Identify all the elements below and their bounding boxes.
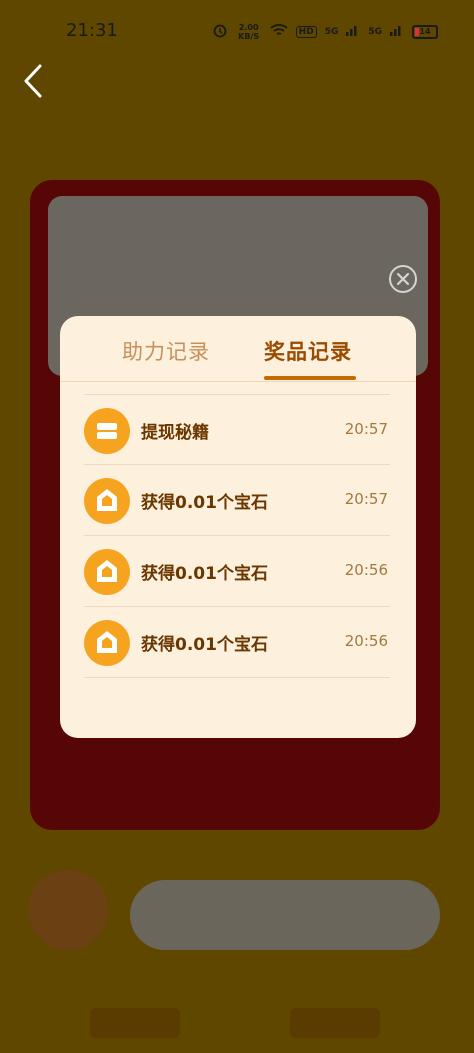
close-icon[interactable] — [389, 265, 417, 293]
gem-icon — [84, 620, 130, 666]
wifi-icon — [270, 23, 288, 40]
signal-icon — [346, 24, 360, 39]
record-label: 获得0.01个宝石 — [141, 635, 268, 655]
prize-record-list: 提现秘籍 20:57 获得0.01个宝石 20:57 获得0.01个宝石 20:… — [84, 394, 390, 678]
list-item: 获得0.01个宝石 20:57 — [84, 465, 390, 536]
signal-label-1: 5G — [324, 26, 339, 37]
records-modal: 助力记录 奖品记录 提现秘籍 20:57 获得0.01个宝石 20:57 获得0… — [60, 316, 416, 738]
status-time: 21:31 — [66, 20, 118, 41]
record-time: 20:56 — [344, 632, 388, 650]
network-speed: 2.00 KB/S — [238, 22, 260, 41]
record-time: 20:56 — [344, 561, 388, 579]
gem-icon — [84, 549, 130, 595]
record-label: 提现秘籍 — [141, 423, 209, 443]
list-item: 获得0.01个宝石 20:56 — [84, 536, 390, 607]
list-item: 提现秘籍 20:57 — [84, 394, 390, 465]
battery-icon: 14 — [412, 24, 438, 39]
list-item: 获得0.01个宝石 20:56 — [84, 607, 390, 678]
back-arrow-icon[interactable] — [20, 62, 50, 102]
gem-icon — [84, 478, 130, 524]
modal-tabs: 助力记录 奖品记录 — [60, 316, 416, 382]
signal-icon — [390, 24, 404, 39]
tab-assist-records[interactable]: 助力记录 — [122, 336, 210, 366]
status-icons: 2.00 KB/S HD 5G 5G 14 — [212, 22, 438, 41]
signal-label-2: 5G — [368, 26, 382, 37]
alarm-icon — [212, 22, 228, 41]
active-tab-indicator — [264, 376, 356, 380]
cash-coupon-icon — [84, 408, 130, 454]
record-label: 获得0.01个宝石 — [141, 493, 268, 513]
record-label: 获得0.01个宝石 — [141, 564, 268, 584]
status-bar: 21:31 2.00 KB/S HD 5G 5G 14 — [0, 0, 474, 62]
hd-badge: HD — [295, 25, 317, 38]
record-time: 20:57 — [344, 490, 388, 508]
tab-prize-records[interactable]: 奖品记录 — [264, 336, 352, 366]
record-time: 20:57 — [344, 420, 388, 438]
